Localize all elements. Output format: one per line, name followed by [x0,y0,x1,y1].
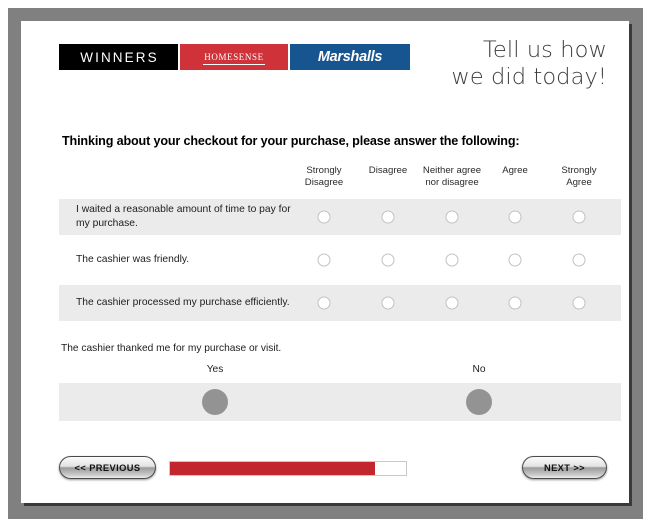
row-spacer [59,235,621,242]
likert-matrix-header: Strongly Disagree Disagree Neither agree n… [59,165,621,199]
likert-radio-r1-c5[interactable] [572,210,586,224]
yes-option-label: Yes [206,364,224,375]
yesno-question-label: The cashier thanked me for my purchase o… [61,343,282,354]
likert-row-label: I waited a reasonable amount of time to … [76,203,291,229]
likert-radio-r1-c4[interactable] [508,210,522,224]
winners-logo: WINNERS [59,44,178,70]
previous-button[interactable]: << PREVIOUS [59,456,156,479]
likert-column-header-5: Strongly Agree [561,165,597,189]
survey-content-panel: WINNERS HomeSense Marshalls Tell us how … [21,21,629,503]
table-row: The cashier was friendly. [59,242,621,278]
likert-radio-r2-c4[interactable] [508,253,522,267]
likert-row-label: The cashier processed my purchase effici… [76,296,290,308]
likert-radio-r2-c3[interactable] [445,253,459,267]
likert-radio-r3-c3[interactable] [445,296,459,310]
marshalls-logo-text: Marshalls [317,49,383,65]
likert-radio-r3-c2[interactable] [381,296,395,310]
likert-radio-r1-c2[interactable] [381,210,395,224]
marshalls-logo: Marshalls [290,44,410,70]
table-row: The cashier processed my purchase effici… [59,285,621,321]
likert-radio-r3-c5[interactable] [572,296,586,310]
table-row: I waited a reasonable amount of time to … [59,199,621,235]
homesense-logo-text: HomeSense [203,48,265,65]
header-tagline: Tell us how we did today! [451,37,607,91]
progress-bar-fill [170,462,376,475]
likert-radio-r1-c1[interactable] [317,210,331,224]
survey-footer-nav: << PREVIOUS NEXT >> [21,456,629,496]
yesno-radio-no[interactable] [466,389,492,415]
winners-logo-text: WINNERS [80,49,159,65]
survey-window-frame: WINNERS HomeSense Marshalls Tell us how … [8,8,643,519]
yesno-radio-yes[interactable] [202,389,228,415]
brand-logo-group: WINNERS HomeSense Marshalls [59,44,410,70]
likert-radio-r3-c1[interactable] [317,296,331,310]
likert-matrix: Strongly Disagree Disagree Neither agree n… [59,165,621,321]
question-prompt: Thinking about your checkout for your pu… [62,134,520,148]
likert-row-label: The cashier was friendly. [76,253,190,265]
likert-matrix-rows: I waited a reasonable amount of time to … [59,199,621,321]
likert-radio-r2-c1[interactable] [317,253,331,267]
no-option-label: No [472,364,486,375]
homesense-logo: HomeSense [180,44,288,70]
likert-radio-r3-c4[interactable] [508,296,522,310]
survey-header: WINNERS HomeSense Marshalls Tell us how … [21,21,629,97]
yesno-answer-band [59,383,621,421]
row-spacer [59,278,621,285]
likert-radio-r2-c2[interactable] [381,253,395,267]
likert-radio-r1-c3[interactable] [445,210,459,224]
likert-radio-r2-c5[interactable] [572,253,586,267]
progress-bar [169,461,407,476]
next-button[interactable]: NEXT >> [522,456,607,479]
